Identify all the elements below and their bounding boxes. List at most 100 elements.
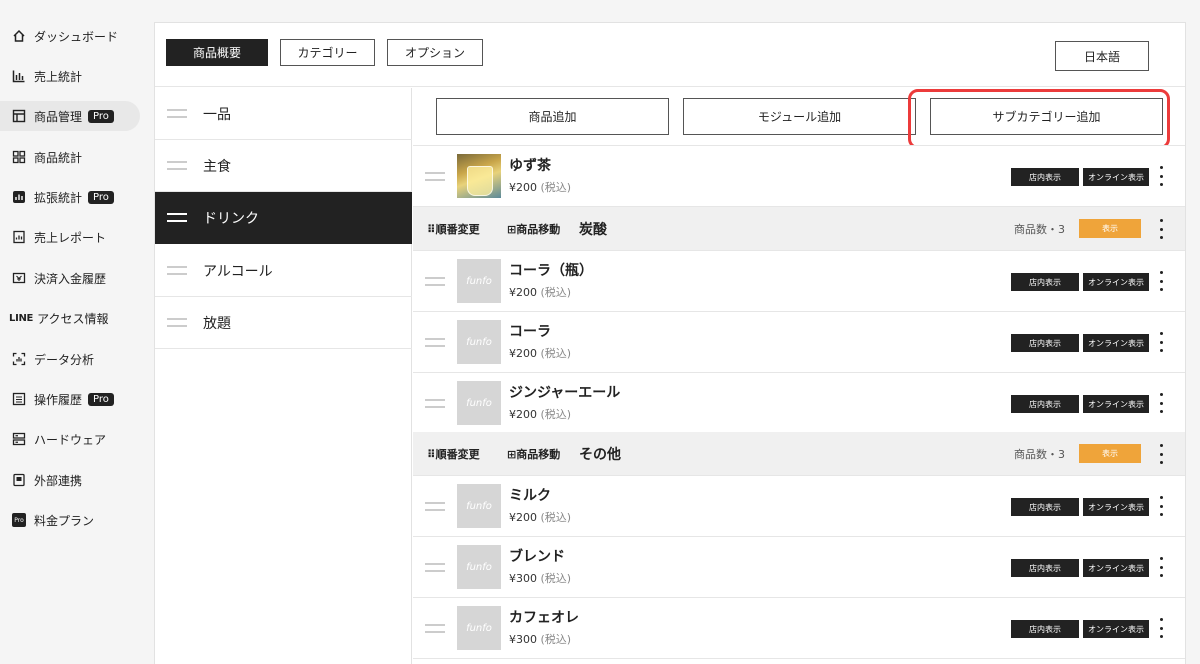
drag-handle-icon[interactable] xyxy=(425,563,445,572)
drag-handle-icon[interactable] xyxy=(167,213,187,222)
more-menu-icon[interactable] xyxy=(1159,496,1163,516)
more-menu-icon[interactable] xyxy=(1159,166,1163,186)
show-toggle-button[interactable]: 表示 xyxy=(1079,219,1141,238)
add-product-button[interactable]: 商品追加 xyxy=(436,98,669,135)
tab-category[interactable]: カテゴリー xyxy=(280,39,375,66)
sidebar-item-label: 売上レポート xyxy=(34,230,107,245)
sidebar-item-operation-history[interactable]: 操作履歴 Pro xyxy=(0,384,140,414)
more-menu-icon[interactable] xyxy=(1159,618,1163,638)
placeholder-image: funfo xyxy=(457,545,501,589)
sidebar-item-pricing-plan[interactable]: Pro 料金プラン xyxy=(0,505,140,535)
product-price: ¥300 (税込) xyxy=(509,633,572,646)
sidebar-item-label: 外部連携 xyxy=(34,473,83,488)
drag-handle-icon[interactable] xyxy=(425,277,445,286)
more-menu-icon[interactable] xyxy=(1159,332,1163,352)
reorder-link[interactable]: ⠿順番変更 xyxy=(427,446,480,462)
drag-handle-icon[interactable] xyxy=(425,399,445,408)
more-menu-icon[interactable] xyxy=(1159,444,1163,464)
sidebar-item-product-stats[interactable]: 商品統計 xyxy=(0,142,140,172)
drag-handle-icon[interactable] xyxy=(167,109,187,118)
sidebar-item-sales-report[interactable]: 売上レポート xyxy=(0,222,140,252)
product-count: 商品数・3 xyxy=(1014,448,1065,461)
bar-chart-icon xyxy=(12,69,26,83)
product-price: ¥200 (税込) xyxy=(509,286,572,299)
sidebar-item-label: アクセス情報 xyxy=(37,311,109,326)
language-button[interactable]: 日本語 xyxy=(1055,41,1149,71)
store-display-badge[interactable]: 店内表示 xyxy=(1011,498,1079,516)
drag-handle-icon[interactable] xyxy=(425,502,445,511)
move-products-link[interactable]: ⊞商品移動 xyxy=(507,221,560,237)
pro-badge: Pro xyxy=(88,109,114,123)
online-display-badge[interactable]: オンライン表示 xyxy=(1083,620,1149,638)
online-display-badge[interactable]: オンライン表示 xyxy=(1083,273,1149,291)
online-display-badge[interactable]: オンライン表示 xyxy=(1083,559,1149,577)
show-toggle-button[interactable]: 表示 xyxy=(1079,444,1141,463)
main-panel: 商品概要 カテゴリー オプション 日本語 一品 主食 ドリンク アルコール 放題… xyxy=(154,22,1186,664)
store-display-badge[interactable]: 店内表示 xyxy=(1011,559,1079,577)
product-row[interactable]: funfo コーラ ¥200 (税込) 店内表示 オンライン表示 xyxy=(413,312,1185,373)
placeholder-image: funfo xyxy=(457,484,501,528)
tab-product-overview[interactable]: 商品概要 xyxy=(166,39,268,66)
store-display-badge[interactable]: 店内表示 xyxy=(1011,334,1079,352)
more-menu-icon[interactable] xyxy=(1159,219,1163,239)
store-display-badge[interactable]: 店内表示 xyxy=(1011,273,1079,291)
reorder-link[interactable]: ⠿順番変更 xyxy=(427,221,480,237)
sidebar-item-hardware[interactable]: ハードウェア xyxy=(0,424,140,454)
sidebar-item-access-info[interactable]: LINE アクセス情報 xyxy=(0,303,140,333)
online-display-badge[interactable]: オンライン表示 xyxy=(1083,168,1149,186)
drag-handle-icon[interactable] xyxy=(425,172,445,181)
product-row[interactable]: funfo ミルク ¥200 (税込) 店内表示 オンライン表示 xyxy=(413,476,1185,537)
topbar: 商品概要 カテゴリー オプション 日本語 xyxy=(155,23,1185,87)
move-products-link[interactable]: ⊞商品移動 xyxy=(507,446,560,462)
more-menu-icon[interactable] xyxy=(1159,393,1163,413)
drag-handle-icon[interactable] xyxy=(167,266,187,275)
category-item[interactable]: 主食 xyxy=(155,140,412,192)
link-doc-icon xyxy=(12,473,26,487)
layout-icon xyxy=(12,109,26,123)
placeholder-image: funfo xyxy=(457,259,501,303)
drag-handle-icon[interactable] xyxy=(425,624,445,633)
product-price: ¥200 (税込) xyxy=(509,511,572,524)
payment-icon xyxy=(12,271,26,285)
category-item[interactable]: 一品 xyxy=(155,88,412,140)
product-row[interactable]: funfo コーラ（瓶） ¥200 (税込) 店内表示 オンライン表示 xyxy=(413,251,1185,312)
drag-handle-icon[interactable] xyxy=(425,338,445,347)
category-item[interactable]: アルコール xyxy=(155,245,412,297)
online-display-badge[interactable]: オンライン表示 xyxy=(1083,498,1149,516)
sidebar-item-data-analysis[interactable]: データ分析 xyxy=(0,344,140,374)
more-menu-icon[interactable] xyxy=(1159,557,1163,577)
drag-handle-icon[interactable] xyxy=(167,318,187,327)
drag-handle-icon[interactable] xyxy=(167,161,187,170)
store-display-badge[interactable]: 店内表示 xyxy=(1011,620,1079,638)
sidebar-item-external-integration[interactable]: 外部連携 xyxy=(0,465,140,495)
product-price: ¥200 (税込) xyxy=(509,181,572,194)
sidebar-item-sales-stats[interactable]: 売上統計 xyxy=(0,61,140,91)
sidebar-item-label: データ分析 xyxy=(34,352,95,367)
store-display-badge[interactable]: 店内表示 xyxy=(1011,168,1079,186)
product-row[interactable]: ゆず茶 ¥200 (税込) 店内表示 オンライン表示 xyxy=(413,146,1185,207)
online-display-badge[interactable]: オンライン表示 xyxy=(1083,395,1149,413)
store-display-badge[interactable]: 店内表示 xyxy=(1011,395,1079,413)
category-item[interactable]: 放題 xyxy=(155,297,412,349)
product-row[interactable]: funfo カフェオレ ¥300 (税込) 店内表示 オンライン表示 xyxy=(413,598,1185,659)
online-display-badge[interactable]: オンライン表示 xyxy=(1083,334,1149,352)
product-count: 商品数・3 xyxy=(1014,223,1065,236)
more-menu-icon[interactable] xyxy=(1159,271,1163,291)
add-module-button[interactable]: モジュール追加 xyxy=(683,98,916,135)
hardware-icon xyxy=(12,432,26,446)
pro-badge: Pro xyxy=(88,190,114,204)
product-row[interactable]: funfo ブレンド ¥300 (税込) 店内表示 オンライン表示 xyxy=(413,537,1185,598)
sidebar-item-extended-stats[interactable]: 拡張統計 Pro xyxy=(0,182,140,212)
product-price: ¥300 (税込) xyxy=(509,572,572,585)
sidebar-item-payment-history[interactable]: 決済入金履歴 xyxy=(0,263,140,293)
category-label: 一品 xyxy=(203,106,231,123)
sidebar-item-product-management[interactable]: 商品管理 Pro xyxy=(0,101,140,131)
sidebar-item-label: 料金プラン xyxy=(34,513,95,528)
tab-option[interactable]: オプション xyxy=(387,39,483,66)
sidebar-item-dashboard[interactable]: ダッシュボード xyxy=(0,21,140,51)
sidebar-item-label: 売上統計 xyxy=(34,69,83,84)
category-label: アルコール xyxy=(203,263,273,280)
category-item-active[interactable]: ドリンク xyxy=(155,192,412,244)
product-row[interactable]: funfo ジンジャーエール ¥200 (税込) 店内表示 オンライン表示 xyxy=(413,373,1185,434)
sidebar-item-label: 操作履歴 xyxy=(34,392,83,407)
